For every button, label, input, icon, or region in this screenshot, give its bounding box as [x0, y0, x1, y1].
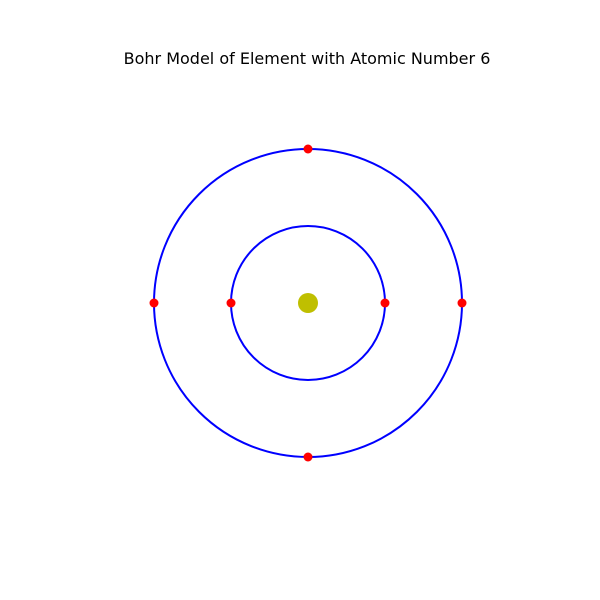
electron-shell-1-1 — [380, 298, 390, 308]
electron-shell-2-2 — [303, 144, 313, 154]
atom-diagram — [149, 144, 467, 462]
nucleus — [298, 293, 318, 313]
figure-title: Bohr Model of Element with Atomic Number… — [124, 49, 491, 68]
electron-shell-2-4 — [303, 452, 313, 462]
electron-shell-1-2 — [226, 298, 236, 308]
electron-shell-2-1 — [457, 298, 467, 308]
bohr-model-figure: Bohr Model of Element with Atomic Number… — [124, 49, 491, 462]
electron-shell-2-3 — [149, 298, 159, 308]
